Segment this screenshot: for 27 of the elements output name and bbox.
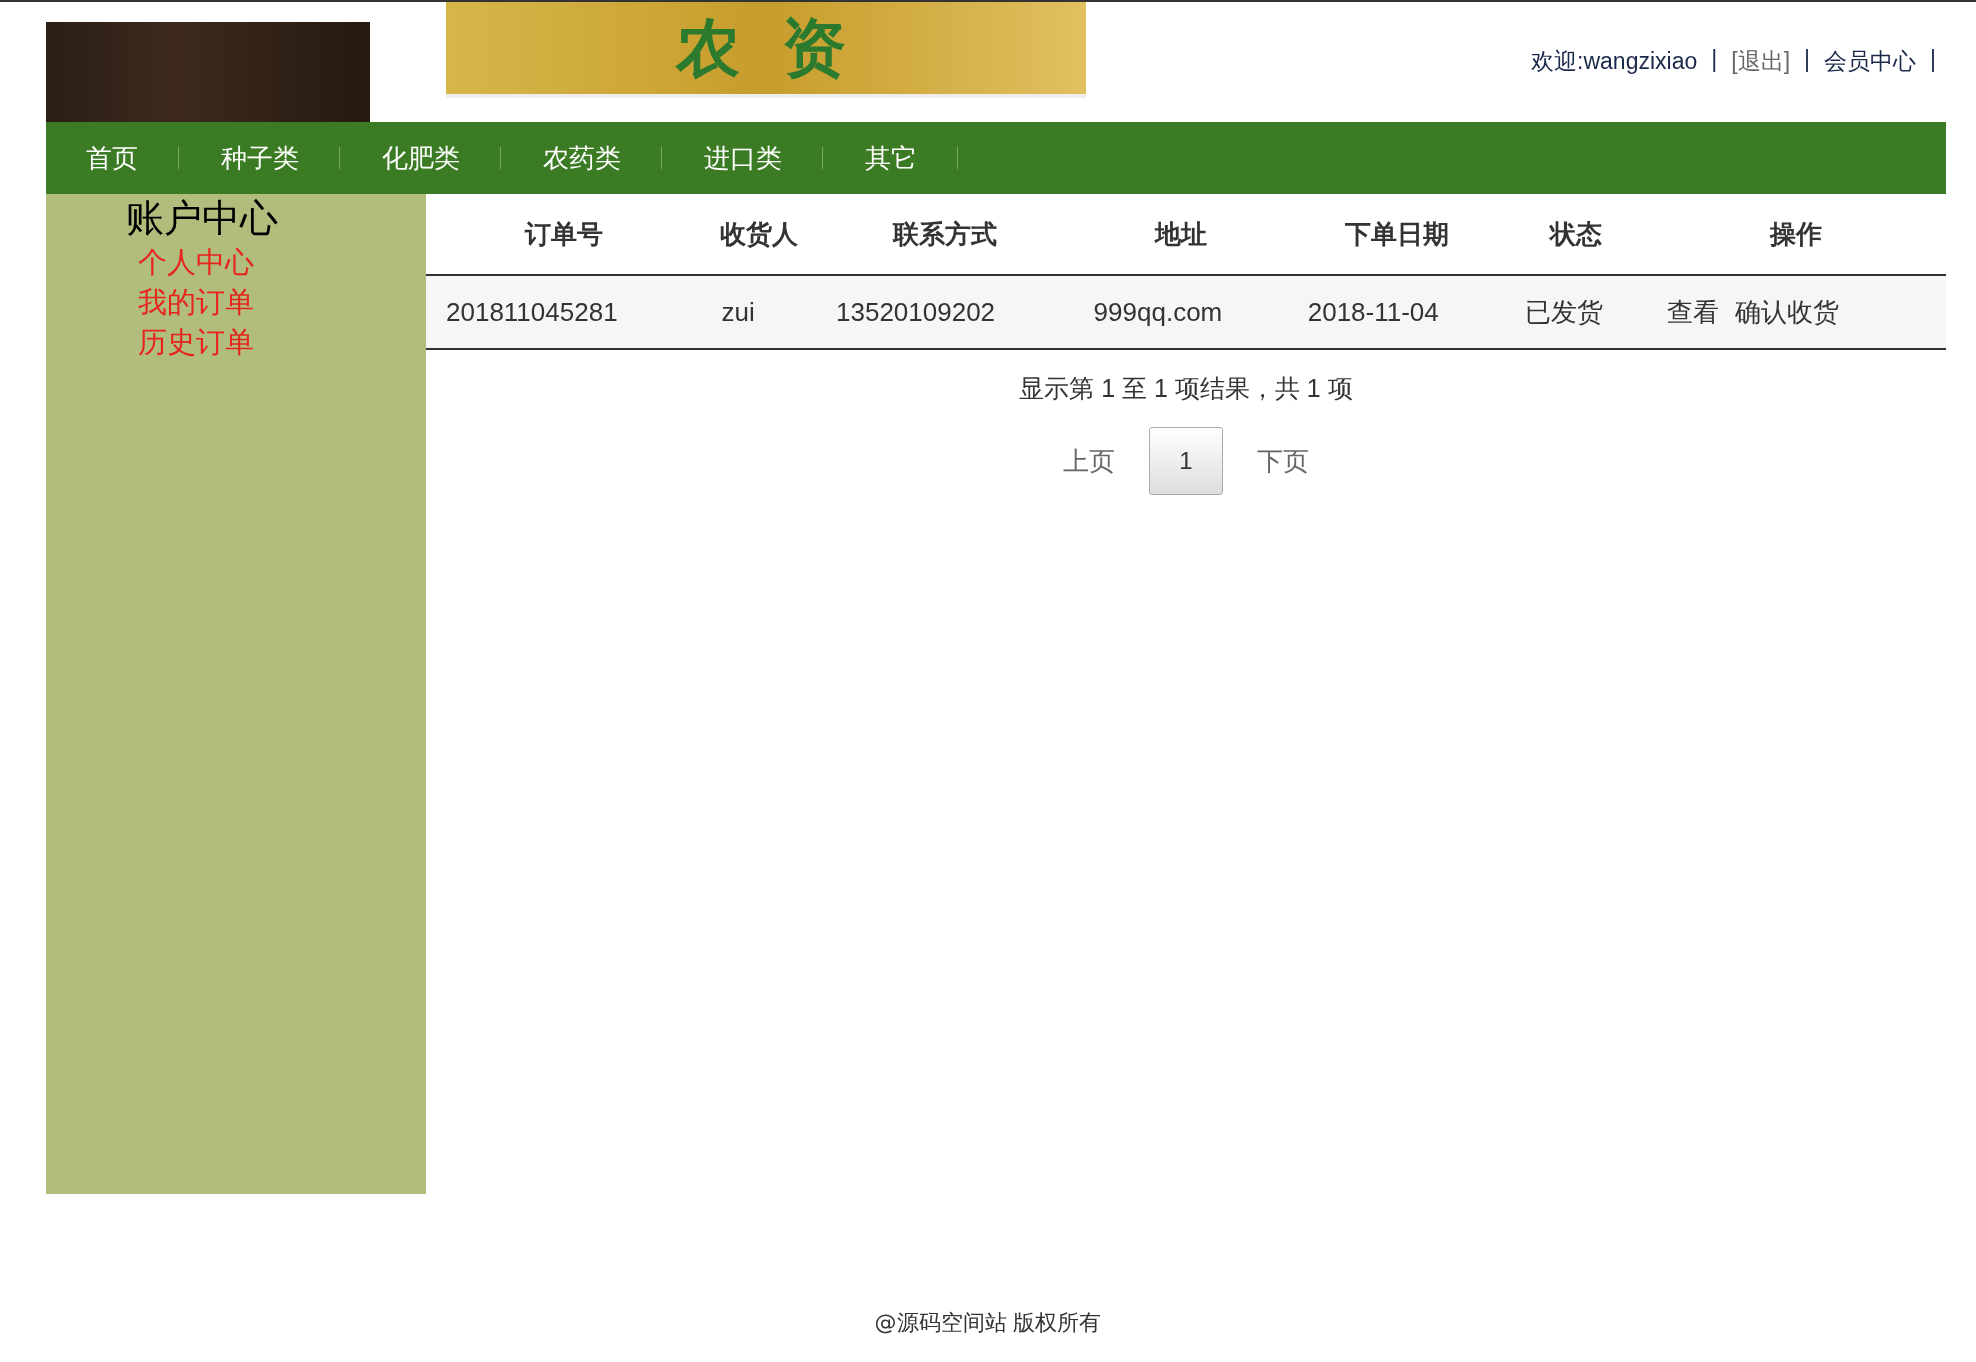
next-page-link[interactable]: 下页 [1257,443,1309,479]
nav-link[interactable]: 农药类 [543,140,661,176]
action-link[interactable]: 查看 [1666,296,1719,327]
nav-link[interactable]: 种子类 [221,140,339,176]
nav-link[interactable]: 进口类 [704,140,822,176]
table-cell: 已发货 [1505,275,1647,349]
logout-link[interactable]: [退出] [1731,46,1791,77]
separator: | [1804,46,1810,74]
logo-text: 农 资 [675,9,857,87]
table-cell: 999qq.com [1073,275,1288,349]
user-link[interactable]: 会员中心 [1824,46,1916,77]
nav-link[interactable]: 首页 [86,140,178,176]
separator: | [1930,46,1936,74]
prev-page-link[interactable]: 上页 [1063,443,1115,479]
table-cell: 2018-11-04 [1287,275,1506,349]
user-link[interactable]: 欢迎:wangzixiao [1531,46,1698,77]
separator: | [1711,46,1718,74]
nav-link[interactable]: 化肥类 [382,140,500,176]
result-summary: 显示第 1 至 1 项结果，共 1 项 [1019,373,1353,404]
action-link[interactable]: 确认收货 [1734,296,1839,327]
table-cell: 201811045281 [426,275,702,349]
table-cell: 13520109202 [816,275,1074,349]
page-button[interactable]: 1 [1149,427,1223,495]
copyright-text: @源码空间站 版权所有 [874,1309,1102,1337]
nav-link[interactable]: 其它 [865,140,957,176]
table-cell: zui [701,275,816,349]
sidebar-title: 账户中心 [126,195,279,242]
